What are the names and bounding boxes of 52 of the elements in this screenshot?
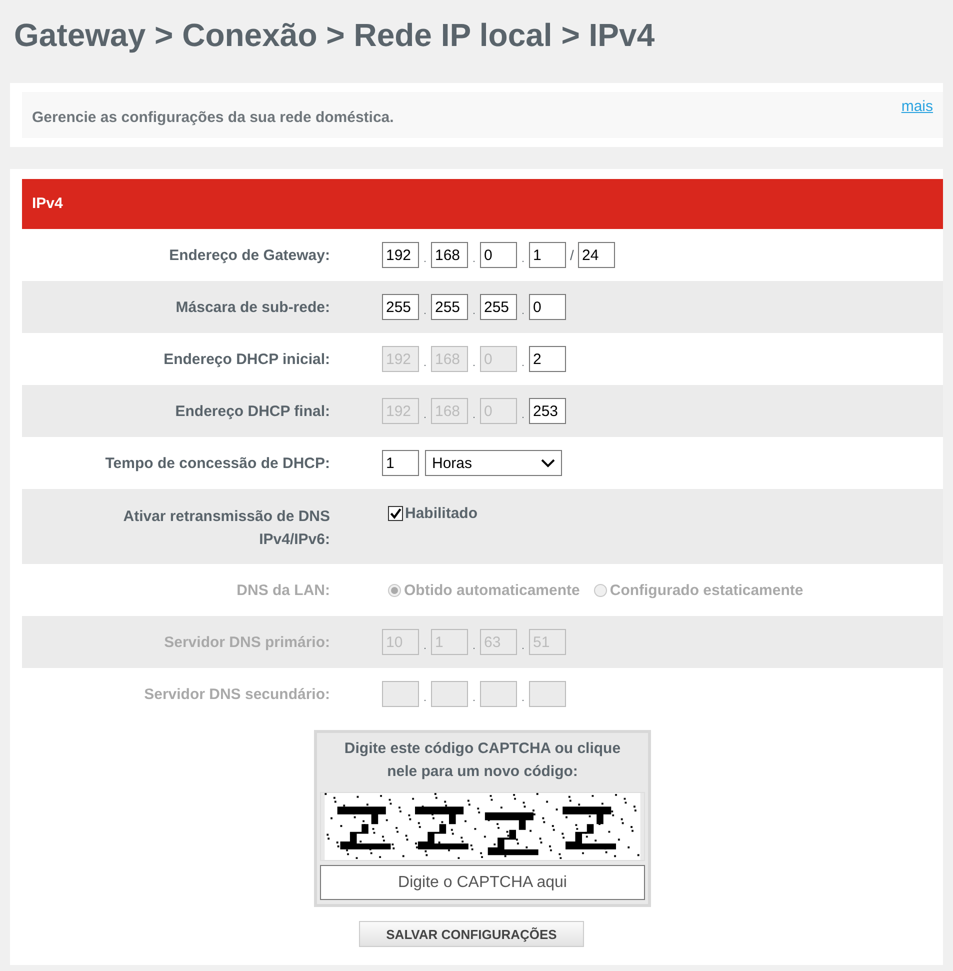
octet-field[interactable]: 255 — [382, 294, 419, 320]
field-label: Endereço DHCP inicial: — [162, 350, 330, 370]
section-header: IPv4 — [22, 179, 943, 229]
separator-text: . — [422, 641, 428, 654]
prefix-field[interactable]: 24 — [578, 242, 615, 268]
captcha-field[interactable]: Digite o CAPTCHA aqui — [320, 865, 645, 900]
option-label: Obtido automaticamente — [404, 582, 580, 598]
octet-field[interactable]: 255 — [431, 294, 468, 320]
octet-field[interactable]: 253 — [529, 398, 566, 424]
field-label: Servidor DNS secundário: — [143, 684, 330, 704]
separator-text: . — [472, 254, 476, 267]
field-label: Servidor DNS primário: — [163, 632, 330, 652]
separator-text: . — [422, 410, 428, 423]
chevron-icon — [541, 458, 555, 468]
octet-field[interactable]: 255 — [480, 294, 517, 320]
separator-text: . — [520, 641, 526, 654]
octet-field[interactable]: 0 — [480, 242, 517, 268]
separator-text: . — [472, 641, 476, 654]
save-button[interactable]: SALVAR CONFIGURAÇÕES — [359, 921, 584, 947]
separator-text: . — [472, 306, 476, 319]
option-label: Habilitado — [405, 505, 478, 522]
captcha-prompt: Digite este código CAPTCHA ou clique nele para um novo código: — [343, 739, 622, 782]
option-label: Configurado estaticamente — [610, 582, 804, 598]
separator-text: . — [520, 693, 526, 706]
separator-text: . — [520, 306, 526, 319]
octet-field[interactable]: 0 — [529, 294, 566, 320]
field-label: Ativar retransmissão de DNS IPv4/IPv6: — [122, 507, 330, 550]
separator-text: . — [422, 358, 428, 371]
separator-text: . — [472, 358, 476, 371]
field-label: Máscara de sub-rede: — [174, 298, 330, 318]
field-label: Endereço DHCP final: — [174, 402, 330, 422]
field-label: Endereço de Gateway: — [168, 246, 330, 266]
octet-field[interactable]: 168 — [431, 242, 468, 268]
page-title: Gateway > Conexão > Rede IP local > IPv4 — [13, 16, 656, 55]
checkbox[interactable] — [388, 506, 403, 521]
separator-text: . — [520, 254, 526, 267]
separator-text: . — [422, 306, 428, 319]
separator-text: . — [422, 693, 428, 706]
separator-text: . — [422, 254, 428, 267]
unit-dropdown[interactable]: Horas — [425, 450, 562, 476]
field-label: Tempo de concessão de DHCP: — [104, 454, 330, 474]
separator-text: . — [472, 693, 476, 706]
lease-field[interactable]: 1 — [382, 450, 419, 476]
separator-text: / — [569, 247, 575, 263]
field-label: DNS da LAN: — [236, 580, 330, 600]
octet-field[interactable]: 192 — [382, 242, 419, 268]
description-text: Gerencie as configurações da sua rede doméstica. — [32, 109, 394, 128]
separator-text: . — [472, 410, 476, 423]
separator-text: . — [520, 358, 526, 371]
octet-field[interactable]: 1 — [529, 242, 566, 268]
separator-text: . — [520, 410, 526, 423]
octet-field[interactable]: 2 — [529, 346, 566, 372]
